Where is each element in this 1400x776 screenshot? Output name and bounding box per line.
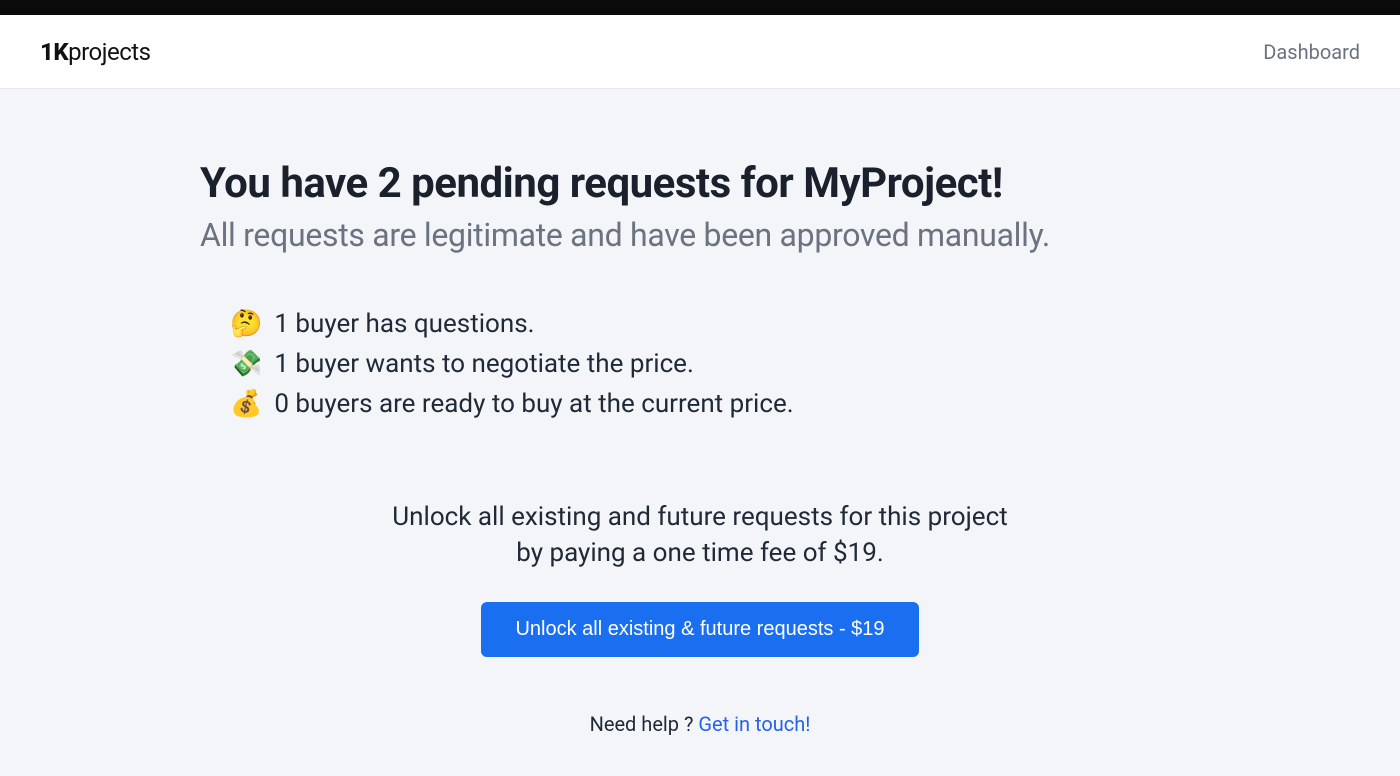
cta-line-1: Unlock all existing and future requests … bbox=[392, 502, 1007, 532]
money-bag-icon: 💰 bbox=[230, 389, 262, 419]
cta-block: Unlock all existing and future requests … bbox=[200, 499, 1200, 736]
logo-bold: 1K bbox=[40, 38, 68, 66]
list-item: 💰 0 buyers are ready to buy at the curre… bbox=[230, 389, 1200, 419]
navbar: 1Kprojects Dashboard bbox=[0, 15, 1400, 89]
money-wings-icon: 💸 bbox=[230, 349, 262, 379]
unlock-button[interactable]: Unlock all existing & future requests - … bbox=[481, 602, 918, 657]
list-item-text: 1 buyer wants to negotiate the price. bbox=[274, 349, 693, 379]
logo-rest: projects bbox=[68, 38, 150, 66]
thinking-face-icon: 🤔 bbox=[230, 309, 262, 339]
content-wrapper: You have 2 pending requests for MyProjec… bbox=[200, 159, 1200, 736]
window-top-bar bbox=[0, 0, 1400, 15]
cta-line-2: by paying a one time fee of $19. bbox=[516, 538, 883, 568]
request-list: 🤔 1 buyer has questions. 💸 1 buyer wants… bbox=[200, 309, 1200, 419]
nav-dashboard-link[interactable]: Dashboard bbox=[1263, 40, 1360, 64]
page-subtitle: All requests are legitimate and have bee… bbox=[200, 216, 1200, 254]
list-item-text: 1 buyer has questions. bbox=[274, 309, 534, 339]
list-item-text: 0 buyers are ready to buy at the current… bbox=[274, 389, 793, 419]
list-item: 💸 1 buyer wants to negotiate the price. bbox=[230, 349, 1200, 379]
cta-text: Unlock all existing and future requests … bbox=[200, 499, 1200, 572]
page-title: You have 2 pending requests for MyProjec… bbox=[200, 159, 1200, 208]
help-prefix: Need help ? bbox=[590, 712, 699, 736]
main-content: You have 2 pending requests for MyProjec… bbox=[0, 89, 1400, 776]
help-row: Need help ? Get in touch! bbox=[200, 712, 1200, 736]
list-item: 🤔 1 buyer has questions. bbox=[230, 309, 1200, 339]
logo[interactable]: 1Kprojects bbox=[40, 38, 151, 66]
help-link[interactable]: Get in touch! bbox=[698, 712, 810, 736]
